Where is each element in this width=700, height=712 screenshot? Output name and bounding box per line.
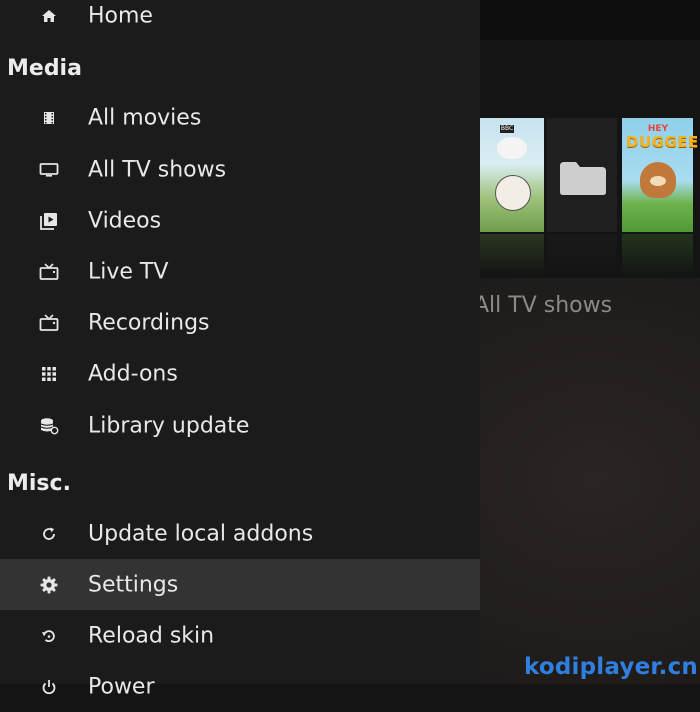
folder-icon — [558, 160, 608, 196]
power-icon — [38, 676, 60, 698]
recordings-icon — [38, 312, 60, 334]
duggee-character — [640, 162, 676, 198]
menu-item-home[interactable]: Home — [0, 0, 480, 41]
menu-item-recordings[interactable]: Recordings — [0, 297, 480, 348]
menu-item-label: Live TV — [88, 259, 169, 284]
gear-icon — [38, 574, 60, 596]
library-update-icon — [38, 415, 60, 437]
menu-item-label: All movies — [88, 105, 202, 130]
menu-item-label: Settings — [88, 572, 179, 597]
menu-item-library-update[interactable]: Library update — [0, 400, 480, 451]
film-icon — [38, 107, 60, 129]
duck-character — [497, 137, 527, 159]
menu-item-reload-skin[interactable]: Reload skin — [0, 610, 480, 661]
hey-duggee-logo: HEY DUGGEE — [626, 124, 699, 151]
video-library-icon — [38, 210, 60, 232]
menu-item-label: Home — [88, 3, 153, 28]
menu-item-label: All TV shows — [88, 157, 227, 182]
menu-item-power[interactable]: Power — [0, 661, 480, 712]
menu-item-videos[interactable]: Videos — [0, 195, 480, 246]
refresh-icon — [38, 523, 60, 545]
menu-item-label: Videos — [88, 208, 162, 233]
menu-item-label: Recordings — [88, 310, 210, 335]
background-section-label: All TV shows — [474, 293, 613, 318]
side-menu: Home Media All movies All TV shows Video… — [0, 0, 480, 699]
menu-item-all-tv-shows[interactable]: All TV shows — [0, 144, 480, 195]
reload-icon — [38, 625, 60, 647]
bbc-badge: BBC — [500, 125, 514, 133]
sarah-character — [495, 175, 531, 211]
menu-item-label: Power — [88, 674, 155, 699]
menu-item-live-tv[interactable]: Live TV — [0, 246, 480, 297]
background-top-bar — [480, 0, 700, 40]
watermark: kodiplayer.cn — [524, 654, 698, 680]
section-header-misc: Misc. — [7, 471, 71, 496]
menu-item-label: Update local addons — [88, 521, 314, 546]
section-header-media: Media — [7, 56, 82, 81]
menu-item-label: Reload skin — [88, 623, 215, 648]
thumbnail-reflection — [480, 234, 544, 276]
tv-icon — [38, 159, 60, 181]
menu-item-label: Library update — [88, 413, 250, 438]
addons-grid-icon — [38, 363, 60, 385]
thumbnail-reflection — [622, 234, 693, 276]
menu-item-all-movies[interactable]: All movies — [0, 92, 480, 143]
menu-item-settings[interactable]: Settings — [0, 559, 480, 610]
live-tv-icon — [38, 261, 60, 283]
thumbnail-reflection — [547, 234, 617, 276]
menu-item-label: Add-ons — [88, 361, 178, 386]
home-icon — [38, 5, 60, 27]
menu-item-add-ons[interactable]: Add-ons — [0, 348, 480, 399]
menu-item-update-local-addons[interactable]: Update local addons — [0, 508, 480, 559]
